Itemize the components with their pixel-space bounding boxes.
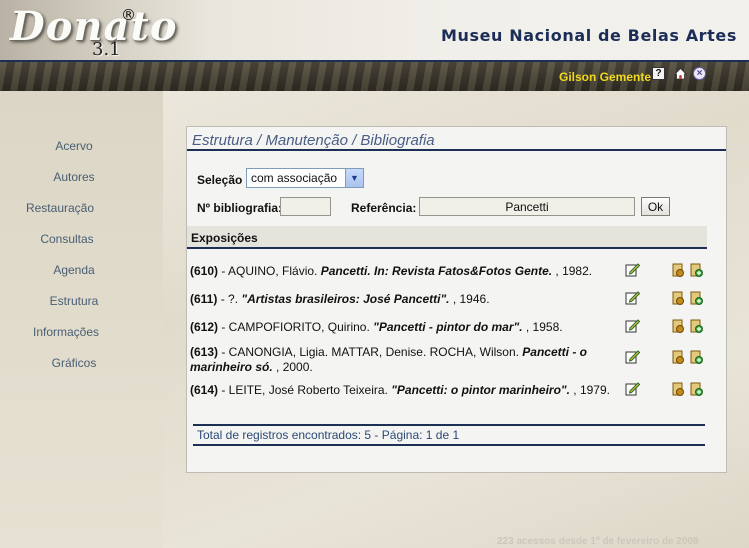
record-id: (612) bbox=[190, 320, 219, 334]
record-id: (610) bbox=[190, 264, 219, 278]
sidebar-item-acervo[interactable]: Acervo bbox=[0, 139, 148, 153]
sidebar bbox=[0, 91, 163, 548]
user-name[interactable]: Gilson Gemente bbox=[559, 70, 651, 84]
app-version: 3.1 bbox=[92, 39, 121, 60]
record-title: "Pancetti - pintor do mar". bbox=[373, 320, 523, 334]
sidebar-item-estrutura[interactable]: Estrutura bbox=[0, 294, 148, 308]
record-id: (614) bbox=[190, 383, 219, 397]
divider bbox=[193, 424, 705, 426]
list-item: (614) - LEITE, José Roberto Teixeira. "P… bbox=[190, 383, 610, 398]
associate-icon[interactable] bbox=[671, 290, 686, 305]
record-id: (613) bbox=[190, 345, 219, 359]
record-year: , 1979. bbox=[569, 383, 610, 397]
sidebar-item-informacoes[interactable]: Informações bbox=[0, 325, 140, 339]
section-title: Exposições bbox=[187, 226, 707, 249]
list-item: (612) - CAMPOFIORITO, Quirino. "Pancetti… bbox=[190, 320, 610, 335]
help-icon[interactable]: ? bbox=[652, 67, 665, 80]
sidebar-item-autores[interactable]: Autores bbox=[0, 170, 148, 184]
ok-button[interactable]: Ok bbox=[641, 197, 670, 216]
home-icon[interactable] bbox=[674, 67, 687, 80]
divider bbox=[187, 149, 726, 151]
registered-mark: ® bbox=[121, 6, 136, 24]
bibliography-number-label: Nº bibliografia: bbox=[197, 201, 283, 215]
divider bbox=[193, 444, 705, 446]
add-icon[interactable] bbox=[689, 349, 704, 364]
chevron-down-icon[interactable]: ▼ bbox=[345, 169, 363, 187]
record-year: , 2000. bbox=[272, 360, 313, 374]
record-title: "Artistas brasileiros: José Pancetti". bbox=[241, 292, 450, 306]
sidebar-item-agenda[interactable]: Agenda bbox=[0, 263, 148, 277]
edit-icon[interactable] bbox=[625, 290, 640, 305]
associate-icon[interactable] bbox=[671, 349, 686, 364]
sidebar-item-restauracao[interactable]: Restauração bbox=[0, 201, 134, 215]
selection-label: Seleção bbox=[197, 173, 243, 187]
record-total: Total de registros encontrados: 5 - Pági… bbox=[197, 428, 460, 442]
record-author: - AQUINO, Flávio. bbox=[218, 264, 321, 278]
access-counter: 223 acessos desde 1º de fevereiro de 200… bbox=[497, 536, 699, 547]
add-icon[interactable] bbox=[689, 290, 704, 305]
associate-icon[interactable] bbox=[671, 262, 686, 277]
record-author: - ?. bbox=[217, 292, 242, 306]
sidebar-item-consultas[interactable]: Consultas bbox=[0, 232, 141, 246]
edit-icon[interactable] bbox=[625, 381, 640, 396]
bibliography-number-input[interactable] bbox=[280, 197, 331, 216]
record-year: , 1982. bbox=[552, 264, 593, 278]
sidebar-item-graficos[interactable]: Gráficos bbox=[0, 356, 148, 370]
edit-icon[interactable] bbox=[625, 318, 640, 333]
add-icon[interactable] bbox=[689, 262, 704, 277]
close-icon[interactable]: × bbox=[693, 67, 706, 80]
associate-icon[interactable] bbox=[671, 381, 686, 396]
add-icon[interactable] bbox=[689, 318, 704, 333]
associate-icon[interactable] bbox=[671, 318, 686, 333]
list-item: (610) - AQUINO, Flávio. Pancetti. In: Re… bbox=[190, 264, 610, 279]
museum-title: Museu Nacional de Belas Artes bbox=[440, 26, 737, 45]
list-item: (613) - CANONGIA, Ligia. MATTAR, Denise.… bbox=[190, 345, 600, 375]
record-year: , 1946. bbox=[449, 292, 490, 306]
reference-input[interactable] bbox=[419, 197, 635, 216]
add-icon[interactable] bbox=[689, 381, 704, 396]
edit-icon[interactable] bbox=[625, 349, 640, 364]
record-title: Pancetti. In: Revista Fatos&Fotos Gente. bbox=[320, 264, 553, 278]
reference-label: Referência: bbox=[351, 201, 417, 215]
record-author: - LEITE, José Roberto Teixeira. bbox=[218, 383, 392, 397]
record-author: - CANONGIA, Ligia. MATTAR, Denise. ROCHA… bbox=[218, 345, 523, 359]
list-item: (611) - ?. "Artistas brasileiros: José P… bbox=[190, 292, 610, 307]
record-title: "Pancetti: o pintor marinheiro". bbox=[391, 383, 570, 397]
record-id: (611) bbox=[190, 292, 218, 306]
edit-icon[interactable] bbox=[625, 262, 640, 277]
record-author: - CAMPOFIORITO, Quirino. bbox=[218, 320, 374, 334]
breadcrumb: Estrutura / Manutenção / Bibliografia bbox=[192, 132, 435, 149]
record-year: , 1958. bbox=[522, 320, 563, 334]
